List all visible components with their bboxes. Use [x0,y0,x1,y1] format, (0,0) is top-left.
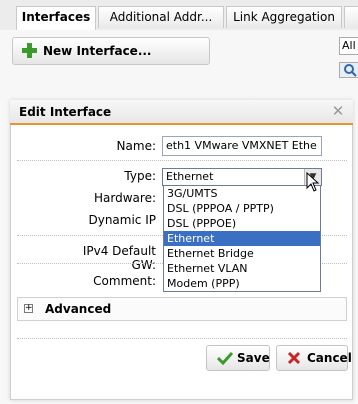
plus-icon [22,43,37,58]
cancel-label: Cancel [307,351,352,365]
save-button[interactable]: Save [206,345,270,371]
ipv4-default-gw-label: IPv4 Default GW: [82,244,156,272]
cancel-button[interactable]: Cancel [276,345,352,371]
type-select-value: Ethernet [166,170,214,183]
save-label: Save [237,351,270,365]
comment-label: Comment: [93,274,156,288]
advanced-label: Advanced [45,302,112,316]
dialog-title: Edit Interface [10,100,353,125]
new-interface-button[interactable]: New Interface... [12,37,210,65]
tab-link-aggregation[interactable]: Link Aggregation [226,6,342,28]
search-icon [344,64,357,77]
dropdown-option[interactable]: DSL (PPPOE) [164,216,320,231]
dropdown-option[interactable]: Ethernet VLAN [164,261,320,276]
dropdown-option[interactable]: Ethernet Bridge [164,246,320,261]
tab-additional-addresses[interactable]: Additional Addr... [98,6,224,28]
dropdown-option[interactable]: DSL (PPPOA / PPTP) [164,201,320,216]
type-select[interactable]: Ethernet ▼ [162,168,322,186]
dropdown-option-selected[interactable]: Ethernet [164,231,320,246]
new-interface-label: New Interface... [43,44,152,58]
close-icon[interactable]: ✕ [331,104,345,119]
dropdown-option[interactable]: 3G/UMTS [164,186,320,201]
name-label: Name: [116,139,156,153]
tab-overflow[interactable] [344,6,358,28]
cancel-x-icon [287,351,301,365]
divider [17,160,347,161]
name-input[interactable]: eth1 VMware VMXNET Ethe [162,136,322,156]
dynamic-ip-label: Dynamic IP [88,213,156,227]
divider [17,338,347,339]
type-dropdown-list: 3G/UMTS DSL (PPPOA / PPTP) DSL (PPPOE) E… [163,185,321,292]
search-button[interactable] [339,62,358,78]
dropdown-option[interactable]: Modem (PPP) [164,276,320,291]
advanced-section-toggle[interactable]: + Advanced [17,297,347,321]
hardware-label: Hardware: [94,191,156,205]
tab-interfaces[interactable]: Interfaces [16,6,96,31]
tab-bar: Interfaces Additional Addr... Link Aggre… [0,0,358,31]
mouse-pointer-icon [306,172,320,192]
type-label: Type: [124,169,156,183]
filter-select[interactable]: All [339,37,358,55]
expand-icon: + [24,303,33,313]
checkmark-icon [217,351,233,365]
